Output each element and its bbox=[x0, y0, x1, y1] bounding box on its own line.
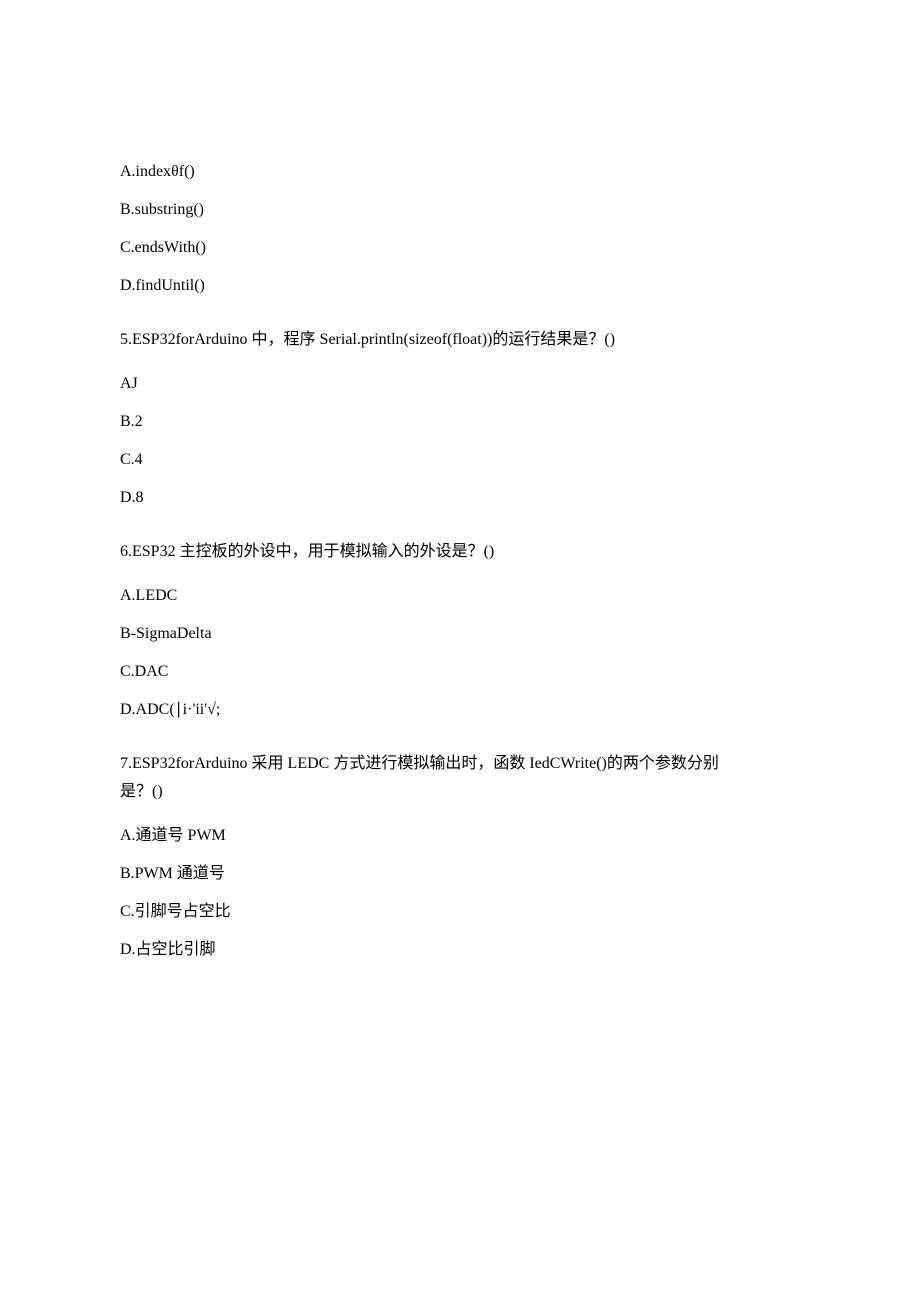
q6-option-c: C.DAC bbox=[120, 660, 800, 684]
q7-option-c: C.引脚号占空比 bbox=[120, 900, 800, 924]
q7-option-b: B.PWM 通道号 bbox=[120, 862, 800, 886]
q4-option-c: C.endsWith() bbox=[120, 236, 800, 260]
q7-text-line1: 7.ESP32forArduino 采用 LEDC 方式进行模拟输出时，函数 I… bbox=[120, 752, 800, 776]
q6-option-a: A.LEDC bbox=[120, 584, 800, 608]
question-7: 7.ESP32forArduino 采用 LEDC 方式进行模拟输出时，函数 I… bbox=[120, 752, 800, 804]
q4-option-a: A.indexθf() bbox=[120, 160, 800, 184]
question-6: 6.ESP32 主控板的外设中，用于模拟输入的外设是？() bbox=[120, 540, 800, 564]
q5-option-d: D.8 bbox=[120, 486, 800, 510]
q7-text-line2: 是？() bbox=[120, 780, 800, 804]
q4-option-b: B.substring() bbox=[120, 198, 800, 222]
q5-option-a: AJ bbox=[120, 372, 800, 396]
question-5: 5.ESP32forArduino 中，程序 Serial.println(si… bbox=[120, 328, 800, 352]
q6-option-d: D.ADC(∣i·'ii'√; bbox=[120, 698, 800, 722]
question-6-options: A.LEDC B-SigmaDelta C.DAC D.ADC(∣i·'ii'√… bbox=[120, 584, 800, 722]
q4-option-d: D.findUntil() bbox=[120, 274, 800, 298]
question-7-options: A.通道号 PWM B.PWM 通道号 C.引脚号占空比 D.占空比引脚 bbox=[120, 824, 800, 962]
question-4-options: A.indexθf() B.substring() C.endsWith() D… bbox=[120, 160, 800, 298]
q5-option-c: C.4 bbox=[120, 448, 800, 472]
q7-option-a: A.通道号 PWM bbox=[120, 824, 800, 848]
q5-option-b: B.2 bbox=[120, 410, 800, 434]
question-5-options: AJ B.2 C.4 D.8 bbox=[120, 372, 800, 510]
q6-option-b: B-SigmaDelta bbox=[120, 622, 800, 646]
q7-option-d: D.占空比引脚 bbox=[120, 938, 800, 962]
